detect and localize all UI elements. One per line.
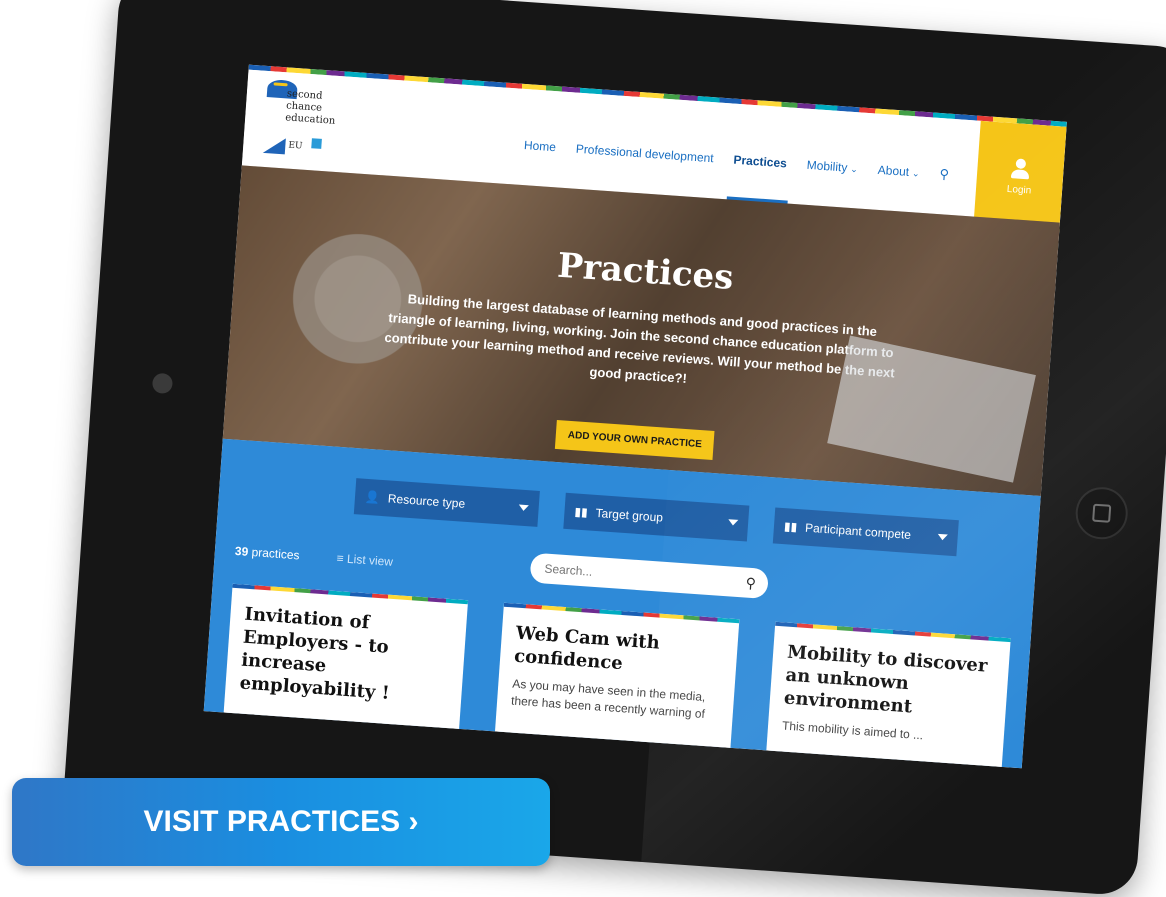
main-nav: Home Professional development Practices … xyxy=(523,137,949,183)
search-icon[interactable]: ⚲ xyxy=(745,574,756,592)
nav-item-mobility-label: Mobility xyxy=(806,157,848,175)
chevron-down-icon: ⌄ xyxy=(911,168,920,179)
caret-down-icon xyxy=(937,533,948,541)
bar-chart-icon: ▮▮ xyxy=(783,519,798,535)
logo-square-icon xyxy=(311,138,322,149)
user-icon: 👤 xyxy=(364,489,381,505)
nav-item-about[interactable]: About ⌄ xyxy=(877,163,920,180)
list-view-label: List view xyxy=(346,551,394,569)
target-group-dropdown[interactable]: ▮▮ Target group xyxy=(563,492,750,542)
resource-type-dropdown[interactable]: 👤 Resource type xyxy=(353,478,540,527)
resource-type-label: Resource type xyxy=(387,491,466,511)
caret-down-icon xyxy=(727,519,739,526)
site-logo[interactable]: second chance education EU xyxy=(262,79,347,164)
practice-search: ⚲ xyxy=(529,552,769,600)
nav-item-about-label: About xyxy=(877,162,910,179)
caret-down-icon xyxy=(518,504,529,512)
search-icon[interactable]: ⚲ xyxy=(939,166,950,183)
nav-item-mobility[interactable]: Mobility ⌄ xyxy=(806,158,858,176)
logo-line-4: EU xyxy=(288,140,303,152)
website-screen: second chance education EU Home Professi… xyxy=(203,64,1067,769)
practice-count: 39 practices xyxy=(234,544,300,562)
visit-practices-button[interactable]: VISIT PRACTICES › xyxy=(12,778,550,866)
nav-item-practices[interactable]: Practices xyxy=(733,153,787,171)
practice-card[interactable]: Web Cam with confidence As you may have … xyxy=(492,602,740,769)
target-group-label: Target group xyxy=(595,505,664,525)
hero-banner: Practices Building the largest database … xyxy=(222,165,1060,496)
logo-text: second chance education xyxy=(285,88,337,127)
list-view-toggle[interactable]: ≡ List view xyxy=(336,551,393,569)
tablet-camera xyxy=(151,372,174,395)
login-button[interactable]: Login xyxy=(973,120,1067,233)
search-input[interactable] xyxy=(541,560,747,591)
list-icon: ≡ xyxy=(336,550,345,566)
user-icon xyxy=(1011,158,1030,179)
practice-card[interactable]: Mobility to discover an unknown environm… xyxy=(764,621,1011,769)
participant-competence-label: Participant compete xyxy=(804,520,912,542)
participant-competence-dropdown[interactable]: ▮▮ Participant compete xyxy=(772,507,959,557)
filters-section: 👤 Resource type ▮▮ Target group ▮▮ Parti… xyxy=(203,438,1041,769)
nav-item-home[interactable]: Home xyxy=(523,138,556,154)
practice-count-number: 39 xyxy=(234,543,249,559)
tablet-frame: second chance education EU Home Professi… xyxy=(61,0,1166,897)
chevron-down-icon: ⌄ xyxy=(849,163,859,175)
practice-card[interactable]: Invitation of Employers - to increase em… xyxy=(221,583,469,760)
card-title[interactable]: Mobility to discover an unknown environm… xyxy=(769,626,1010,725)
tablet-home-button xyxy=(1073,485,1130,541)
logo-triangle-icon xyxy=(262,136,286,155)
logo-line-3: education xyxy=(284,112,336,127)
bar-chart-icon: ▮▮ xyxy=(574,504,589,520)
nav-item-professional-development[interactable]: Professional development xyxy=(575,142,714,166)
login-label: Login xyxy=(1006,183,1032,197)
practice-count-label: practices xyxy=(251,545,301,563)
card-title[interactable]: Invitation of Employers - to increase em… xyxy=(225,588,468,710)
